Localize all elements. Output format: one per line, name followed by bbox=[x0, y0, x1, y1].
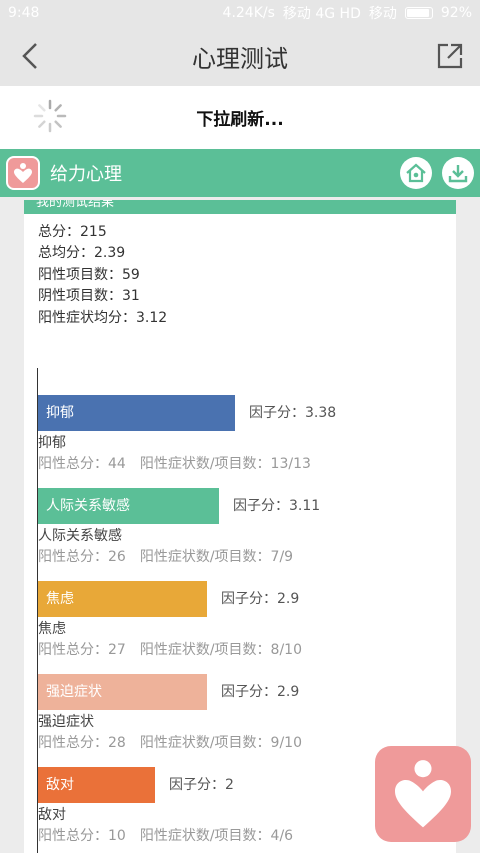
factor-name: 人际关系敏感 bbox=[38, 528, 122, 544]
positive-total: 阳性总分：28 bbox=[38, 735, 126, 751]
positive-total: 阳性总分：27 bbox=[38, 642, 126, 658]
factor-score-label: 因子分：3.11 bbox=[233, 498, 321, 514]
status-time: 9:48 bbox=[8, 5, 40, 21]
network-speed: 4.24K/s bbox=[222, 5, 275, 21]
battery-level: 92% bbox=[440, 5, 472, 21]
factor-row: 焦虑 因子分：2.9 焦虑 阳性总分：27 阳性症状数/项目数：8/10 bbox=[38, 581, 438, 661]
factor-stats: 阳性总分：44 阳性症状数/项目数：13/13 bbox=[38, 453, 438, 475]
factor-name: 抑郁 bbox=[38, 435, 66, 451]
factor-score-label: 因子分：2 bbox=[169, 777, 234, 793]
summary-average: 总均分：2.39 bbox=[38, 245, 126, 262]
factor-name: 焦虑 bbox=[38, 621, 66, 637]
battery-icon bbox=[404, 7, 433, 19]
refresh-text: 下拉刷新... bbox=[196, 110, 284, 130]
factor-stats: 阳性总分：26 阳性症状数/项目数：7/9 bbox=[38, 546, 438, 568]
heart-logo-icon bbox=[14, 163, 32, 183]
share-button[interactable] bbox=[432, 38, 468, 74]
factor-name: 强迫症状 bbox=[38, 714, 94, 730]
brand-logo bbox=[6, 156, 40, 190]
factor-row: 人际关系敏感 因子分：3.11 人际关系敏感 阳性总分：26 阳性症状数/项目数：7/9 bbox=[38, 488, 438, 568]
positive-ratio: 阳性症状数/项目数：4/6 bbox=[139, 828, 294, 844]
brand-bar: 给力心理 bbox=[0, 149, 480, 197]
heart-logo-icon bbox=[395, 760, 451, 828]
back-button[interactable] bbox=[12, 38, 48, 74]
back-arrow-icon bbox=[22, 43, 37, 69]
share-icon bbox=[437, 43, 463, 69]
summary-positive-count: 阳性项目数：59 bbox=[38, 266, 140, 283]
factor-bar: 敌对 bbox=[38, 767, 155, 803]
factor-score-label: 因子分：3.38 bbox=[249, 405, 337, 421]
factor-bar: 强迫症状 bbox=[38, 674, 207, 710]
card-header: 我的测试结果 bbox=[24, 200, 456, 214]
factor-bar: 焦虑 bbox=[38, 581, 207, 617]
factor-row: 抑郁 因子分：3.38 抑郁 阳性总分：44 阳性症状数/项目数：13/13 bbox=[38, 395, 438, 475]
factor-score-label: 因子分：2.9 bbox=[221, 591, 300, 607]
page-title: 心理测试 bbox=[192, 44, 288, 73]
positive-ratio: 阳性症状数/项目数：7/9 bbox=[139, 549, 294, 565]
positive-total: 阳性总分：26 bbox=[38, 549, 126, 565]
factor-score-label: 因子分：2.9 bbox=[221, 684, 300, 700]
floating-logo-button[interactable] bbox=[375, 746, 471, 842]
download-icon bbox=[448, 165, 468, 183]
home-icon bbox=[406, 163, 426, 183]
home-button[interactable] bbox=[400, 157, 432, 189]
factor-row: 强迫症状 因子分：2.9 强迫症状 阳性总分：28 阳性症状数/项目数：9/10 bbox=[38, 674, 438, 754]
loading-spinner-icon bbox=[33, 99, 67, 133]
positive-total: 阳性总分：44 bbox=[38, 456, 126, 472]
factor-bar: 人际关系敏感 bbox=[38, 488, 219, 524]
summary-total: 总分：215 bbox=[38, 224, 107, 240]
pull-to-refresh: 下拉刷新... bbox=[0, 86, 480, 149]
factor-stats: 阳性总分：27 阳性症状数/项目数：8/10 bbox=[38, 639, 438, 661]
positive-total: 阳性总分：10 bbox=[38, 828, 126, 844]
factor-bar: 抑郁 bbox=[38, 395, 235, 431]
carrier-1: 移动 4G HD bbox=[282, 6, 361, 22]
download-button[interactable] bbox=[442, 157, 474, 189]
status-bar: 9:48 4.24K/s 移动 4G HD 移动 92% bbox=[0, 0, 480, 26]
summary-list: 总分：215 总均分：2.39 阳性项目数：59 阴性项目数：31 阳性症状均分… bbox=[24, 214, 456, 329]
positive-ratio: 阳性症状数/项目数：9/10 bbox=[139, 735, 302, 751]
positive-ratio: 阳性症状数/项目数：8/10 bbox=[139, 642, 302, 658]
brand-name: 给力心理 bbox=[50, 164, 122, 185]
positive-ratio: 阳性症状数/项目数：13/13 bbox=[139, 456, 311, 472]
carrier-2: 移动 bbox=[368, 6, 397, 22]
summary-positive-average: 阳性症状均分：3.12 bbox=[38, 309, 168, 326]
title-bar: 心理测试 bbox=[0, 26, 480, 86]
summary-negative-count: 阴性项目数：31 bbox=[38, 288, 140, 305]
